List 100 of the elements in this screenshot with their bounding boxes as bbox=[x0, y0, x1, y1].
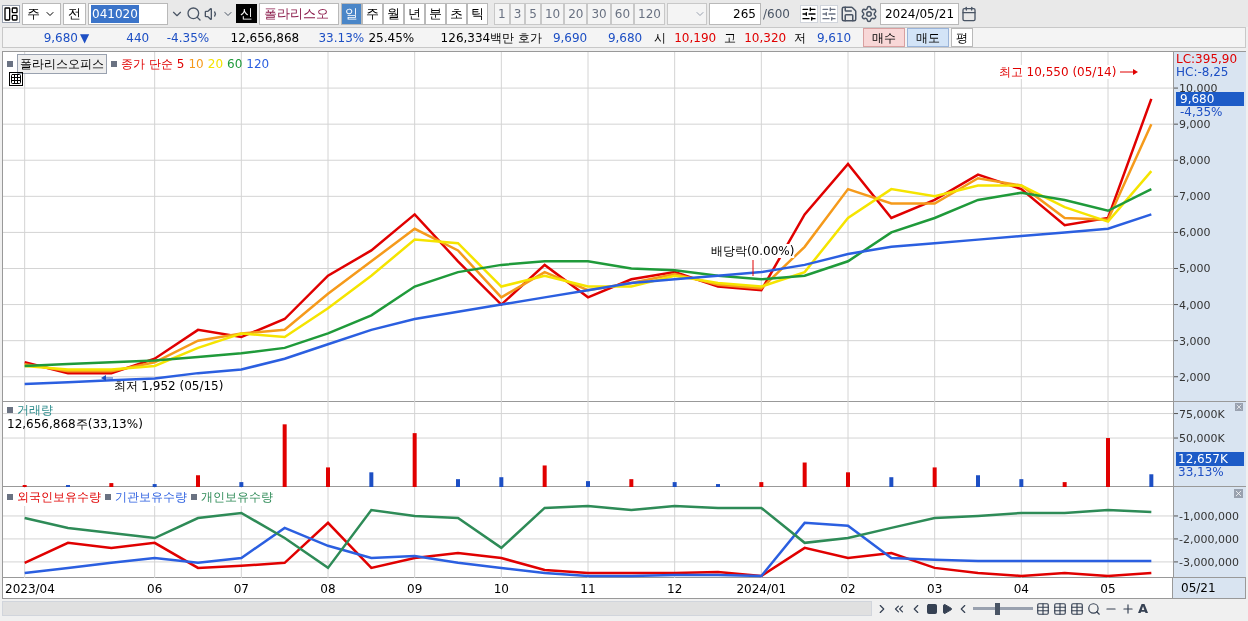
down-arrow: ▼ bbox=[80, 29, 90, 47]
low-price: 9,610 bbox=[815, 29, 852, 47]
table-icon[interactable] bbox=[1053, 601, 1067, 616]
interval-button[interactable]: 20 bbox=[564, 2, 588, 25]
interval-button[interactable]: 1 bbox=[494, 2, 510, 25]
low-annotation: 최저 1,952 (05/15) bbox=[113, 379, 224, 394]
date-axis-label: 05 bbox=[1100, 581, 1116, 598]
high-label: 고 bbox=[724, 29, 737, 47]
speed-slider-thumb[interactable] bbox=[995, 602, 1000, 615]
max-count: /600 bbox=[762, 5, 790, 23]
current-volume-ratio: 33,13% bbox=[1177, 466, 1225, 479]
arrow-icon bbox=[1120, 67, 1139, 76]
current-volume-marker: 12,657K bbox=[1176, 452, 1244, 466]
volume-bar bbox=[586, 481, 590, 487]
volume-ratio: 33.13% bbox=[317, 29, 365, 47]
low-close-ratio: LC:395,90 bbox=[1176, 52, 1238, 66]
high-close-ratio: HC:-8,25 bbox=[1176, 65, 1229, 79]
volume-bar bbox=[846, 472, 850, 487]
search-icon[interactable] bbox=[186, 5, 202, 22]
period-tab[interactable]: 년 bbox=[404, 2, 425, 25]
axis-label: -3,000,000 bbox=[1174, 555, 1239, 569]
axis-label: 7,000 bbox=[1174, 190, 1211, 204]
market-dropdown[interactable]: 주 bbox=[22, 2, 61, 25]
stop-icon[interactable] bbox=[926, 602, 938, 615]
legend-bullet-icon bbox=[7, 407, 13, 413]
layout-icon[interactable] bbox=[2, 4, 20, 23]
open-price: 10,190 bbox=[673, 29, 717, 47]
period-tab[interactable]: 주 bbox=[362, 2, 383, 25]
date-axis-label: 12 bbox=[667, 581, 683, 598]
interval-button[interactable]: 10 bbox=[540, 2, 565, 25]
reset-zoom-button[interactable]: A bbox=[1138, 598, 1149, 619]
period-tab[interactable]: 월 bbox=[383, 2, 404, 25]
interval-button[interactable]: 5 bbox=[525, 2, 541, 25]
axis-label: -2,000,000 bbox=[1174, 532, 1239, 546]
stock-name-field[interactable]: 폴라리스오 bbox=[259, 2, 339, 25]
current-price-marker: 9,680 bbox=[1176, 91, 1244, 106]
volume-bar bbox=[456, 479, 460, 487]
legend-item: 개인보유수량 bbox=[201, 489, 273, 506]
axis-label: 8,000 bbox=[1174, 154, 1211, 168]
period-tab[interactable]: 분 bbox=[425, 2, 446, 25]
legend-bullet-icon bbox=[7, 61, 13, 67]
volume-bar bbox=[976, 475, 980, 487]
axis-label: 9,000 bbox=[1174, 118, 1211, 132]
period-tab[interactable]: 일 bbox=[341, 2, 362, 25]
calendar-icon[interactable] bbox=[961, 5, 978, 22]
legend-bullet-icon bbox=[105, 494, 111, 500]
axis-label: 5,000 bbox=[1174, 262, 1211, 276]
interval-button[interactable]: 60 bbox=[610, 2, 635, 25]
change-value: 440 bbox=[125, 29, 150, 47]
save-icon[interactable] bbox=[839, 4, 858, 23]
legend-item: 60 bbox=[227, 56, 243, 73]
table-icon[interactable] bbox=[1070, 601, 1084, 616]
search-icon[interactable] bbox=[1087, 601, 1101, 616]
date-axis-label: 2023/04 bbox=[5, 581, 55, 598]
axis-label: 6,000 bbox=[1174, 226, 1211, 240]
interval-button[interactable]: 30 bbox=[587, 2, 611, 25]
open-label: 시 bbox=[654, 29, 667, 47]
axis-label: 2,000 bbox=[1174, 370, 1211, 384]
low-label: 저 bbox=[794, 29, 807, 47]
arrow-icon bbox=[100, 374, 113, 383]
date-axis-label: 2024/01 bbox=[736, 581, 787, 598]
volume-bar bbox=[412, 433, 417, 487]
scope-button[interactable]: 전 bbox=[63, 2, 86, 25]
period-tab[interactable]: 틱 bbox=[467, 2, 488, 25]
current-price: 9,680 bbox=[42, 29, 78, 47]
legend-label: 종가 단순 bbox=[121, 56, 173, 73]
scrollbar-track[interactable] bbox=[2, 601, 872, 616]
bid-price: 9,680 bbox=[606, 29, 643, 47]
date-axis-label: 10 bbox=[493, 581, 509, 598]
date-axis-label: 04 bbox=[1013, 581, 1029, 598]
table-icon[interactable] bbox=[9, 72, 23, 86]
ask-price: 9,690 bbox=[551, 29, 588, 47]
settings-icon[interactable] bbox=[859, 4, 878, 23]
table-icon[interactable] bbox=[1036, 601, 1050, 616]
volume-bar bbox=[672, 482, 677, 487]
volume-bar bbox=[196, 475, 200, 487]
play-icon[interactable] bbox=[941, 602, 953, 615]
volume-summary: 12,656,868주(33,13%) bbox=[7, 417, 143, 431]
date-axis-label: 06 bbox=[147, 581, 163, 598]
trade-amount: 126,334백만 bbox=[439, 29, 515, 47]
code-field[interactable]: 041020 bbox=[88, 2, 168, 25]
volume-bar bbox=[759, 482, 764, 487]
period-tab[interactable]: 초 bbox=[446, 2, 467, 25]
average-button[interactable]: 평 bbox=[951, 28, 974, 47]
volume-bar bbox=[1106, 438, 1110, 487]
date-field[interactable]: 2024/05/21 bbox=[879, 2, 960, 25]
high-price: 10,320 bbox=[743, 29, 787, 47]
interval-button[interactable]: 120 bbox=[634, 2, 665, 25]
new-badge: 신 bbox=[236, 3, 257, 24]
quote-label: 호가 bbox=[518, 29, 543, 47]
date-axis-label: 11 bbox=[580, 581, 596, 598]
buy-button[interactable]: 매수 bbox=[863, 28, 906, 47]
zoom-in-icon[interactable] bbox=[1121, 601, 1135, 616]
date-axis-label: 02 bbox=[840, 581, 856, 598]
count-field[interactable]: 265 bbox=[708, 2, 761, 25]
legend-item: 20 bbox=[207, 56, 224, 73]
legend-bullet-icon bbox=[111, 61, 117, 67]
volume-bar bbox=[369, 472, 374, 487]
volume-title: 거래량 bbox=[17, 403, 53, 417]
sell-button[interactable]: 매도 bbox=[907, 28, 950, 47]
